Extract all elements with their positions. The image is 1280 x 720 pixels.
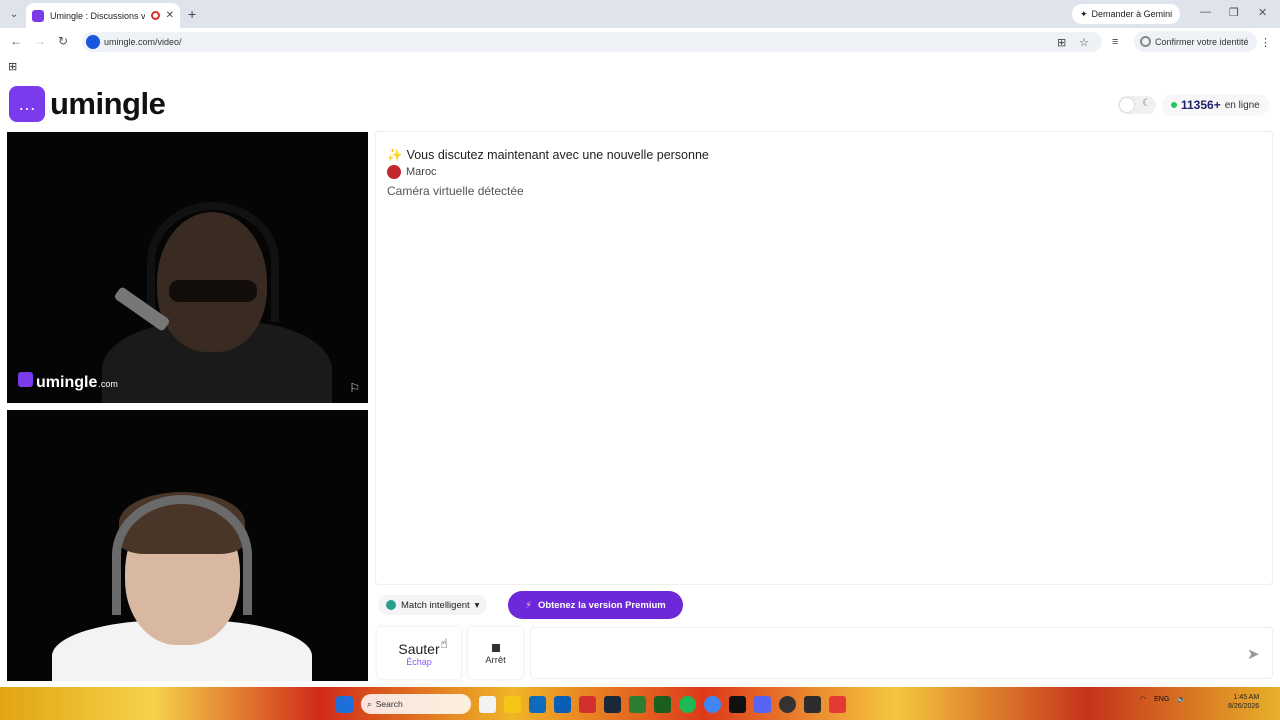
moon-icon: ☾ — [1142, 98, 1151, 109]
online-count: 11356+ — [1181, 98, 1221, 112]
app-record-icon[interactable] — [829, 695, 846, 713]
spotify-icon[interactable] — [679, 695, 696, 713]
browser-tab[interactable]: Umingle : Discussions vidé ✕ — [26, 3, 180, 28]
toggle-knob — [1120, 98, 1134, 112]
watermark-domain: .com — [98, 379, 118, 389]
new-tab-button[interactable]: + — [188, 6, 196, 22]
reading-list-icon[interactable]: ≡ — [1112, 36, 1118, 48]
app-terminal-icon[interactable] — [804, 695, 821, 713]
headphones — [147, 202, 279, 322]
mouse-cursor-icon: ☝ — [440, 636, 448, 651]
profile-icon — [1140, 36, 1151, 47]
edge-icon[interactable] — [529, 695, 546, 713]
language-indicator[interactable]: ENG — [1154, 696, 1169, 703]
steam-icon[interactable] — [604, 695, 621, 713]
minimize-icon[interactable]: — — [1200, 6, 1211, 18]
nvidia-icon[interactable] — [629, 695, 646, 713]
self-headphones — [112, 495, 252, 615]
store-icon[interactable] — [554, 695, 571, 713]
obs-icon[interactable] — [779, 695, 796, 713]
task-view-icon[interactable] — [479, 695, 496, 713]
bolt-icon: ⚡ — [525, 599, 532, 611]
windows-start-icon[interactable] — [336, 695, 353, 713]
close-tab-icon[interactable]: ✕ — [166, 10, 174, 21]
browser-menu-icon[interactable]: ⋮ — [1260, 36, 1271, 49]
site-info-icon[interactable] — [86, 35, 100, 49]
discord-icon[interactable] — [754, 695, 771, 713]
gemini-label: Demander à Gemini — [1091, 9, 1173, 19]
match-mode-label: Match intelligent — [401, 599, 470, 611]
watermark-brand: umingle — [36, 374, 98, 391]
video-watermark: umingle .com — [18, 372, 118, 392]
maximize-icon[interactable]: ❐ — [1229, 6, 1239, 19]
confirm-identity-button[interactable]: Confirmer votre identité — [1134, 31, 1257, 52]
tab-search-icon[interactable]: ⌄ — [0, 0, 28, 28]
search-icon: ⌕ — [367, 698, 372, 709]
online-status-dot — [1171, 102, 1177, 108]
system-tray: ◠ ENG 🔈 — [1140, 695, 1186, 704]
stranger-country: Maroc — [387, 165, 437, 179]
app-dark-icon[interactable] — [729, 695, 746, 713]
confirm-identity-label: Confirmer votre identité — [1155, 36, 1249, 47]
skip-button[interactable]: Sauter Échap — [377, 627, 461, 679]
url-field[interactable]: umingle.com/video/ — [82, 32, 1102, 52]
apps-grid-icon[interactable]: ⊞ — [8, 60, 17, 73]
site-logo[interactable]: … umingle — [9, 86, 166, 122]
stop-button[interactable]: Arrêt — [468, 627, 523, 679]
message-input[interactable] — [530, 627, 1273, 679]
new-person-text: Vous discutez maintenant avec une nouvel… — [406, 148, 709, 162]
wifi-icon[interactable]: ◠ — [1140, 695, 1146, 703]
premium-label: Obtenez la version Premium — [537, 599, 666, 611]
virtual-camera-notice: Caméra virtuelle détectée — [387, 184, 524, 198]
theme-toggle[interactable]: ☾ — [1118, 96, 1156, 114]
chat-panel: ✨ Vous discutez maintenant avec une nouve… — [375, 131, 1273, 585]
volume-icon[interactable]: 🔈 — [1177, 695, 1186, 703]
search-placeholder: Search — [375, 699, 403, 709]
taskbar-clock[interactable]: 1:45 AM 8/26/2026 — [1228, 693, 1259, 711]
skip-label: Sauter — [398, 641, 440, 657]
chrome-icon[interactable] — [704, 695, 721, 713]
stop-icon — [491, 644, 500, 652]
morocco-flag-icon — [387, 165, 401, 179]
online-label: en ligne — [1224, 99, 1260, 111]
bookmark-star-icon[interactable]: ☆ — [1079, 36, 1089, 49]
taskbar-search[interactable]: ⌕ Search — [361, 694, 471, 714]
taskbar-apps: ⌕ Search — [336, 693, 846, 715]
url-text: umingle.com/video/ — [104, 37, 182, 47]
country-name: Maroc — [406, 166, 437, 178]
match-mode-dropdown[interactable]: Match intelligent ▾ — [378, 595, 488, 615]
skip-shortcut: Échap — [406, 657, 432, 667]
stranger-video: umingle .com ⚐ — [7, 132, 368, 403]
tab-title: Umingle : Discussions vidé — [50, 10, 145, 21]
recording-icon — [150, 11, 160, 20]
close-window-icon[interactable]: ✕ — [1258, 6, 1267, 19]
ask-gemini-button[interactable]: ✦ Demander à Gemini — [1072, 4, 1181, 24]
back-icon[interactable]: ← — [10, 34, 22, 48]
clock-date: 8/26/2026 — [1228, 703, 1260, 710]
clock-time: 1:45 AM — [1233, 694, 1260, 701]
umingle-favicon-icon — [32, 9, 44, 22]
stop-label: Arrêt — [485, 655, 506, 666]
reload-icon[interactable]: ↻ — [58, 34, 68, 48]
system-message-new-person: ✨ Vous discutez maintenant avec une nouve… — [387, 148, 709, 163]
online-counter: 11356+ en ligne — [1162, 94, 1269, 116]
forward-icon[interactable]: → — [34, 34, 46, 48]
watermark-logo-icon — [18, 372, 33, 387]
translate-icon[interactable]: ⊞ — [1057, 36, 1066, 49]
dropdown-caret-icon: ▾ — [474, 599, 480, 611]
self-video — [7, 410, 368, 681]
file-explorer-icon[interactable] — [504, 695, 521, 713]
chat-bubble-icon: … — [9, 86, 45, 122]
logo-text: umingle — [50, 86, 166, 121]
premium-button[interactable]: ⚡ Obtenez la version Premium — [508, 591, 683, 619]
gemini-sparkle-icon: ✦ — [1080, 8, 1088, 19]
globe-icon — [386, 600, 396, 610]
send-icon[interactable]: ➤ — [1247, 645, 1260, 663]
app-red-icon[interactable] — [579, 695, 596, 713]
report-flag-icon[interactable]: ⚐ — [349, 381, 360, 395]
sparkle-icon: ✨ — [387, 148, 403, 162]
app-green-icon[interactable] — [654, 695, 671, 713]
